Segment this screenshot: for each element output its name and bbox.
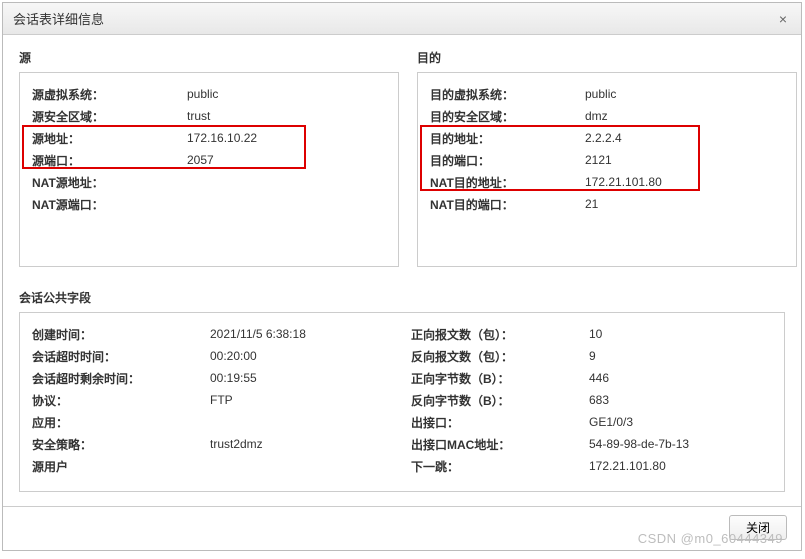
label: 源安全区域： [32,108,187,125]
value: 683 [589,393,772,407]
value: 9 [589,349,772,363]
row-proto: 协议： FTP [32,389,393,411]
value: 2121 [585,153,784,167]
value: 54-89-98-de-7b-13 [589,437,772,451]
label: 目的虚拟系统： [430,86,585,103]
row-dest-port: 目的端口： 2121 [430,149,784,171]
dialog-footer: 关闭 CSDN @m0_60444349 [3,506,801,550]
label: 源端口： [32,152,187,169]
dest-panel: 目的虚拟系统： public 目的安全区域： dmz 目的地址： 2.2.2.4 [417,72,797,267]
source-title: 源 [19,49,399,66]
label: NAT源端口： [32,196,187,213]
value: 2021/11/5 6:38:18 [210,327,393,341]
row-app: 应用： [32,411,393,433]
row-policy: 安全策略： trust2dmz [32,433,393,455]
row-rev-bytes: 反向字节数（B）： 683 [411,389,772,411]
row-remain: 会话超时剩余时间： 00:19:55 [32,367,393,389]
value: 00:20:00 [210,349,393,363]
row-source-nat-addr: NAT源地址： [32,171,386,193]
value: trust [187,109,386,123]
session-detail-dialog: 会话表详细信息 × 源 源虚拟系统： public 源安全区域： trust [2,2,802,551]
row-source-vsys: 源虚拟系统： public [32,83,386,105]
dialog-titlebar: 会话表详细信息 × [3,3,801,35]
label: 安全策略： [32,436,210,453]
value: 172.21.101.80 [585,175,784,189]
label: 下一跳： [411,458,589,475]
label: 出接口MAC地址： [411,436,589,453]
source-section: 源 源虚拟系统： public 源安全区域： trust 源地址： [19,49,399,267]
label: 反向报文数（包）： [411,348,589,365]
label: 正向字节数（B）： [411,370,589,387]
row-timeout: 会话超时时间： 00:20:00 [32,345,393,367]
dialog-title: 会话表详细信息 [13,9,104,28]
row-source-port: 源端口： 2057 [32,149,386,171]
value: FTP [210,393,393,407]
label: 目的安全区域： [430,108,585,125]
value: 172.21.101.80 [589,459,772,473]
row-fwd-pkts: 正向报文数（包）： 10 [411,323,772,345]
value: 2.2.2.4 [585,131,784,145]
row-out-if: 出接口： GE1/0/3 [411,411,772,433]
row-dest-nat-addr: NAT目的地址： 172.21.101.80 [430,171,784,193]
value: 21 [585,197,784,211]
public-panel: 创建时间： 2021/11/5 6:38:18 会话超时时间： 00:20:00… [19,312,785,492]
value: 172.16.10.22 [187,131,386,145]
public-title: 会话公共字段 [19,289,785,306]
policy-link[interactable]: trust2dmz [210,437,393,451]
value: 10 [589,327,772,341]
value: public [187,87,386,101]
row-dest-addr: 目的地址： 2.2.2.4 [430,127,784,149]
source-panel: 源虚拟系统： public 源安全区域： trust 源地址： 172.16.1… [19,72,399,267]
label: 创建时间： [32,326,210,343]
dest-title: 目的 [417,49,797,66]
label: 源虚拟系统： [32,86,187,103]
row-fwd-bytes: 正向字节数（B）： 446 [411,367,772,389]
dialog-content: 源 源虚拟系统： public 源安全区域： trust 源地址： [3,35,801,506]
close-button[interactable]: 关闭 [729,515,787,540]
label: 源用户 [32,458,210,475]
value: 446 [589,371,772,385]
label: 反向字节数（B）： [411,392,589,409]
public-right-col: 正向报文数（包）： 10 反向报文数（包）： 9 正向字节数（B）： 446 [411,323,772,477]
row-next-hop: 下一跳： 172.21.101.80 [411,455,772,477]
value: 00:19:55 [210,371,393,385]
value: dmz [585,109,784,123]
dest-section: 目的 目的虚拟系统： public 目的安全区域： dmz 目的地址： [417,49,797,267]
row-source-zone: 源安全区域： trust [32,105,386,127]
row-created: 创建时间： 2021/11/5 6:38:18 [32,323,393,345]
row-source-nat-port: NAT源端口： [32,193,386,215]
row-out-mac: 出接口MAC地址： 54-89-98-de-7b-13 [411,433,772,455]
label: 会话超时时间： [32,348,210,365]
row-dest-zone: 目的安全区域： dmz [430,105,784,127]
public-section: 会话公共字段 创建时间： 2021/11/5 6:38:18 会话超时时间： 0… [19,289,785,492]
value: public [585,87,784,101]
row-rev-pkts: 反向报文数（包）： 9 [411,345,772,367]
row-dest-nat-port: NAT目的端口： 21 [430,193,784,215]
label: NAT目的地址： [430,174,585,191]
close-icon[interactable]: × [775,11,791,27]
label: 源地址： [32,130,187,147]
value: GE1/0/3 [589,415,772,429]
label: 协议： [32,392,210,409]
row-user: 源用户 [32,455,393,477]
label: 正向报文数（包）： [411,326,589,343]
row-dest-vsys: 目的虚拟系统： public [430,83,784,105]
label: NAT源地址： [32,174,187,191]
row-source-addr: 源地址： 172.16.10.22 [32,127,386,149]
public-left-col: 创建时间： 2021/11/5 6:38:18 会话超时时间： 00:20:00… [32,323,393,477]
label: 应用： [32,414,210,431]
label: 目的端口： [430,152,585,169]
label: 出接口： [411,414,589,431]
label: 目的地址： [430,130,585,147]
label: 会话超时剩余时间： [32,370,210,387]
label: NAT目的端口： [430,196,585,213]
value: 2057 [187,153,386,167]
